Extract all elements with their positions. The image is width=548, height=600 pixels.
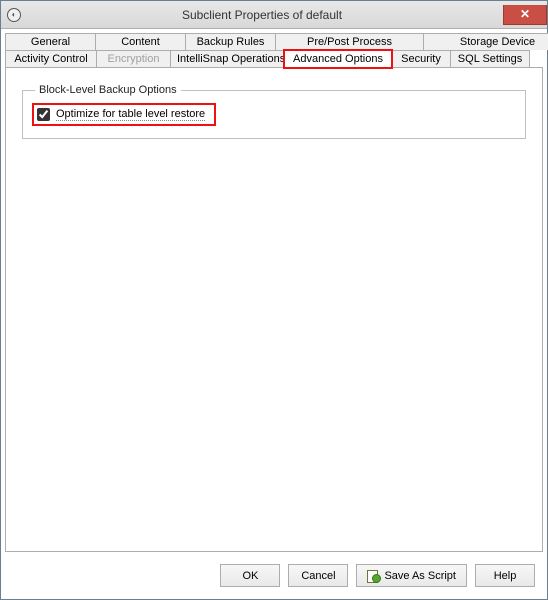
script-icon [367,570,379,582]
app-icon: ◐ [7,8,21,22]
cancel-button[interactable]: Cancel [288,564,348,587]
tab-strip: General Content Backup Rules Pre/Post Pr… [1,29,547,68]
tab-security[interactable]: Security [391,50,451,68]
tab-activity-control[interactable]: Activity Control [5,50,97,68]
tab-advanced-options[interactable]: Advanced Options [284,50,392,68]
help-button[interactable]: Help [475,564,535,587]
tab-backup-rules[interactable]: Backup Rules [185,33,276,50]
checkbox-label: Optimize for table level restore [56,108,205,121]
tab-content[interactable]: Content [95,33,186,50]
tab-pre-post-process[interactable]: Pre/Post Process [275,33,424,50]
tab-intellisnap-operations[interactable]: IntelliSnap Operations [170,50,285,68]
window-title: Subclient Properties of default [21,8,503,22]
group-block-level-backup: Block-Level Backup Options Optimize for … [22,84,526,139]
dialog-window: ◐ Subclient Properties of default ✕ Gene… [0,0,548,600]
close-icon: ✕ [520,7,530,21]
save-as-script-button[interactable]: Save As Script [356,564,467,587]
button-bar: OK Cancel Save As Script Help [1,556,547,599]
tab-row-2: Activity Control Encryption IntelliSnap … [5,50,543,68]
tab-general[interactable]: General [5,33,96,50]
tab-row-1: General Content Backup Rules Pre/Post Pr… [5,33,543,50]
tab-panel-advanced-options: Block-Level Backup Options Optimize for … [5,67,543,552]
save-as-script-label: Save As Script [384,570,456,582]
checkbox-row-optimize[interactable]: Optimize for table level restore [35,106,213,123]
checkbox-optimize-table-restore[interactable] [37,108,50,121]
tab-sql-settings[interactable]: SQL Settings [450,50,530,68]
group-legend: Block-Level Backup Options [35,84,181,96]
ok-button[interactable]: OK [220,564,280,587]
close-button[interactable]: ✕ [503,5,547,25]
tab-storage-device[interactable]: Storage Device [423,33,548,50]
tab-encryption[interactable]: Encryption [96,50,171,68]
title-bar: ◐ Subclient Properties of default ✕ [1,1,547,29]
